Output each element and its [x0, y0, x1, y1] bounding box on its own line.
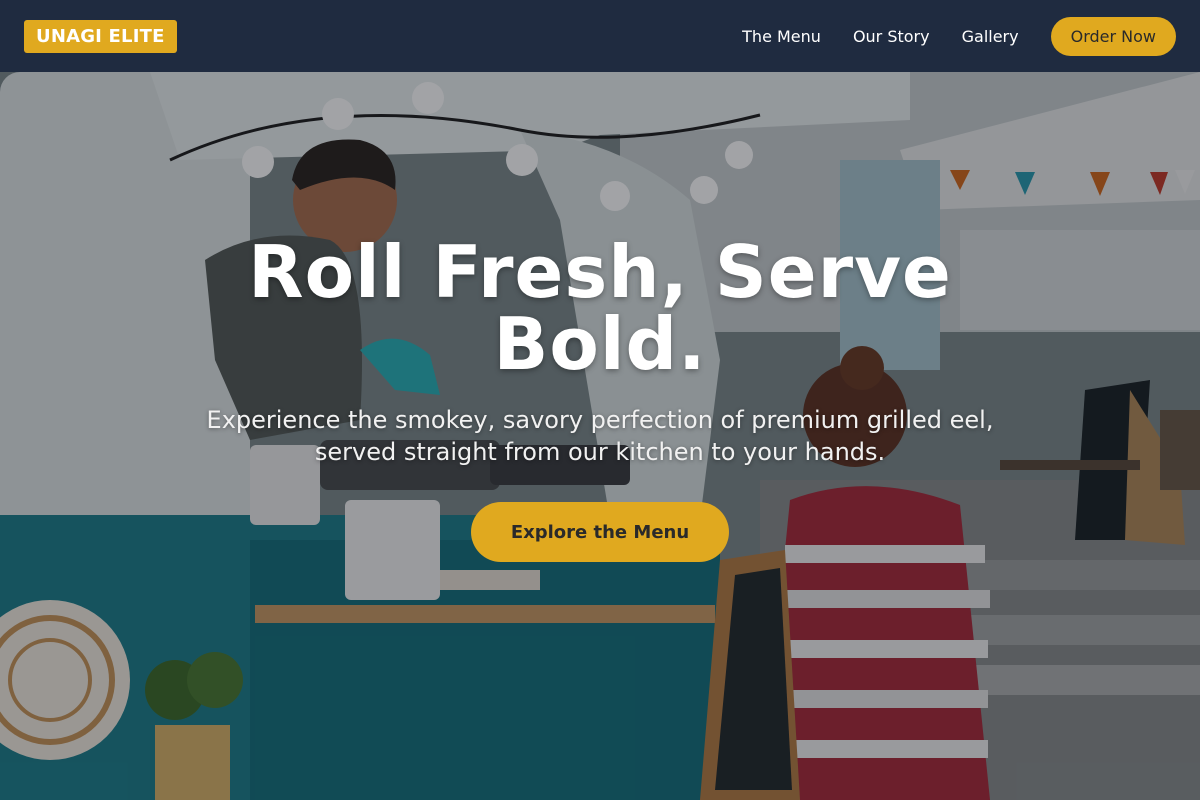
nav-link-our-story[interactable]: Our Story [853, 27, 930, 46]
hero-subtitle: Experience the smokey, savory perfection… [206, 406, 994, 466]
hero-content: Roll Fresh, Serve Bold. Experience the s… [0, 72, 1200, 800]
top-nav: UNAGI ELITE The Menu Our Story Gallery O… [0, 0, 1200, 72]
hero-section: Roll Fresh, Serve Bold. Experience the s… [0, 72, 1200, 800]
nav-link-menu[interactable]: The Menu [742, 27, 821, 46]
nav-links: The Menu Our Story Gallery Order Now [710, 16, 1176, 56]
brand-logo[interactable]: UNAGI ELITE [24, 19, 177, 53]
order-now-button[interactable]: Order Now [1050, 16, 1176, 56]
explore-menu-button[interactable]: Explore the Menu [471, 502, 729, 562]
hero-title: Roll Fresh, Serve Bold. [248, 230, 952, 386]
nav-link-gallery[interactable]: Gallery [962, 27, 1019, 46]
